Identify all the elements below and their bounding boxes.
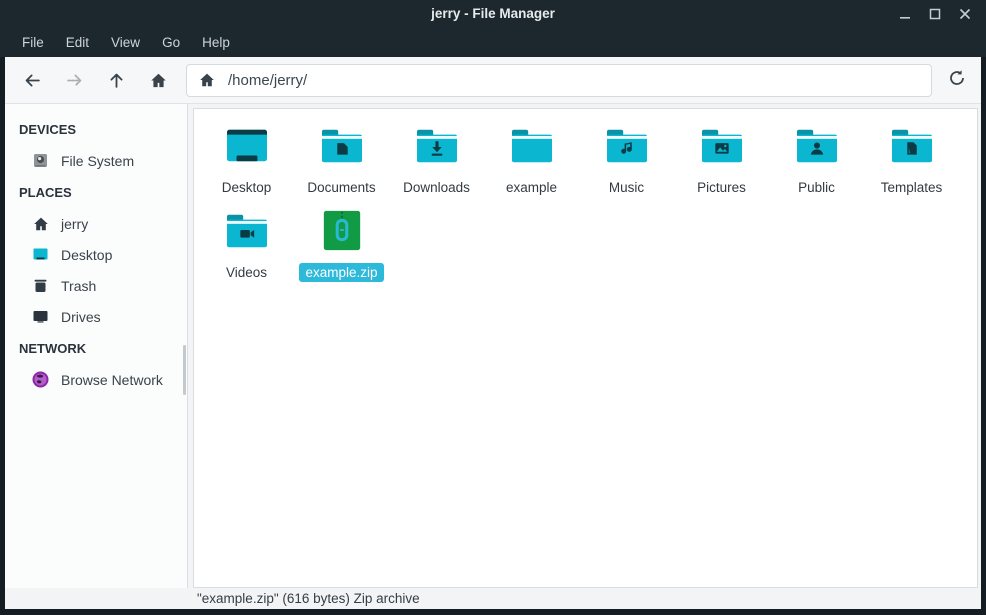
desktop-icon [224,120,270,172]
file-label[interactable]: Pictures [691,178,752,197]
back-arrow-icon [24,72,41,89]
file-label[interactable]: Documents [301,178,381,197]
up-arrow-icon [108,72,125,89]
file-label[interactable]: Public [792,178,841,197]
sidebar-item-label: Trash [61,278,96,294]
sidebar-item-label: jerry [61,216,88,232]
file-label-selected[interactable]: example.zip [299,263,383,282]
back-button[interactable] [12,63,52,97]
sidebar-header-devices: DEVICES [5,113,187,145]
file-label[interactable]: example [500,178,563,197]
menu-view[interactable]: View [102,31,149,54]
sidebar-header-places: PLACES [5,176,187,208]
file-item-public[interactable]: Public [769,120,864,197]
maximize-icon[interactable] [924,4,946,24]
folder-music-icon [604,120,650,172]
file-item-templates[interactable]: Templates [864,120,959,197]
file-manager-window: jerry - File Manager File Edit View Go H… [0,0,986,615]
content-area: DEVICES File System PLACES jerry [5,104,981,588]
titlebar: jerry - File Manager [0,0,986,27]
sidebar-item-label: Browse Network [61,372,163,388]
folder-templates-icon [889,120,935,172]
zip-archive-icon [320,205,364,257]
reload-icon [948,69,966,92]
file-item-downloads[interactable]: Downloads [389,120,484,197]
file-item-example-zip[interactable]: example.zip [294,205,389,282]
file-item-documents[interactable]: Documents [294,120,389,197]
status-text: "example.zip" (616 bytes) Zip archive [197,591,420,606]
trash-icon [32,277,49,294]
globe-purple-icon [32,371,49,388]
file-label[interactable]: Templates [875,178,949,197]
sidebar-header-network: NETWORK [5,332,187,364]
up-button[interactable] [96,63,136,97]
sidebar-item-browse-network[interactable]: Browse Network [5,364,187,395]
menu-edit[interactable]: Edit [57,31,98,54]
file-item-videos[interactable]: Videos [199,205,294,282]
sidebar-item-label: File System [61,153,134,169]
folder-videos-icon [224,205,270,257]
window-title: jerry - File Manager [0,6,986,21]
main-wrap: Desktop Documents [188,104,981,588]
file-label[interactable]: Music [603,178,650,197]
sidebar-item-trash[interactable]: Trash [5,270,187,301]
menu-file[interactable]: File [13,31,53,54]
folder-documents-icon [319,120,365,172]
sidebar-item-label: Drives [61,309,101,325]
menu-help[interactable]: Help [193,31,239,54]
close-icon[interactable] [954,4,976,24]
window-controls [894,4,986,24]
statusbar: "example.zip" (616 bytes) Zip archive [5,588,981,609]
toolbar: /home/jerry/ [5,57,981,104]
menubar: File Edit View Go Help [0,27,986,57]
file-label[interactable]: Videos [220,263,273,282]
menu-go[interactable]: Go [153,31,189,54]
file-item-music[interactable]: Music [579,120,674,197]
file-view[interactable]: Desktop Documents [193,108,978,588]
sidebar: DEVICES File System PLACES jerry [5,104,188,588]
folder-plain-icon [509,120,555,172]
path-home-icon [199,72,215,88]
sidebar-item-jerry[interactable]: jerry [5,208,187,239]
folder-downloads-icon [414,120,460,172]
home-button[interactable] [138,63,178,97]
sidebar-item-label: Desktop [61,247,112,263]
home-icon [32,215,49,232]
file-item-pictures[interactable]: Pictures [674,120,769,197]
folder-public-icon [794,120,840,172]
harddisk-icon [32,152,49,169]
sidebar-item-drives[interactable]: Drives [5,301,187,332]
file-item-desktop[interactable]: Desktop [199,120,294,197]
home-icon [150,72,167,89]
sidebar-item-desktop[interactable]: Desktop [5,239,187,270]
folder-pictures-icon [699,120,745,172]
minimize-icon[interactable] [894,4,916,24]
sidebar-scrollbar[interactable] [183,345,186,395]
window-border [0,609,986,615]
file-item-example[interactable]: example [484,120,579,197]
forward-arrow-icon [66,72,83,89]
reload-button[interactable] [942,63,972,97]
path-text[interactable]: /home/jerry/ [228,72,307,89]
forward-button[interactable] [54,63,94,97]
monitor-icon [32,308,49,325]
sidebar-item-file-system[interactable]: File System [5,145,187,176]
file-label[interactable]: Desktop [216,178,278,197]
path-bar[interactable]: /home/jerry/ [186,64,932,97]
desktop-teal-icon [32,246,49,263]
file-label[interactable]: Downloads [397,178,476,197]
